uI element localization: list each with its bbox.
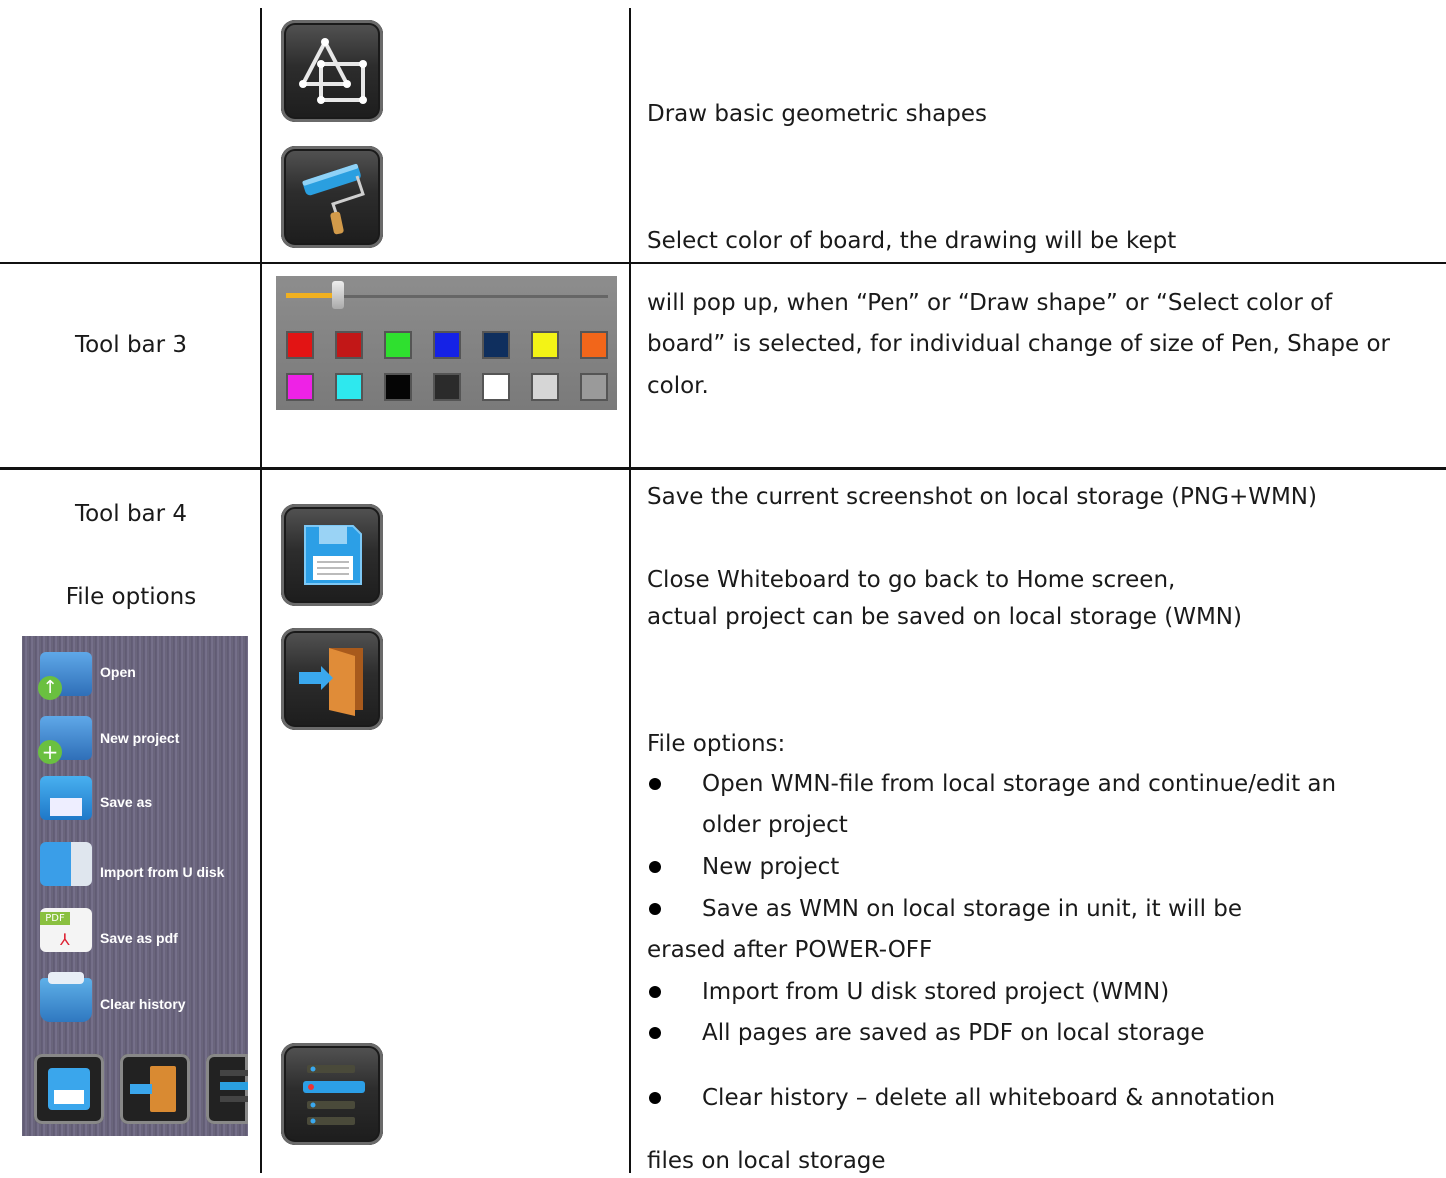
bullet-text-import: Import from U disk stored project (WMN) bbox=[702, 979, 1170, 1005]
mini-save-button[interactable] bbox=[34, 1054, 104, 1124]
color-swatch[interactable] bbox=[288, 375, 312, 399]
menu-save-as[interactable]: Save as bbox=[100, 794, 152, 810]
menu-list-icon[interactable] bbox=[281, 1043, 383, 1145]
pdf-badge: PDF bbox=[40, 912, 70, 925]
file-options-label: File options bbox=[65, 584, 197, 610]
exit-door-icon[interactable] bbox=[281, 628, 383, 730]
color-swatch[interactable] bbox=[484, 333, 508, 357]
menu-new-project[interactable]: New project bbox=[100, 730, 179, 746]
draw-shape-icon[interactable] bbox=[281, 20, 383, 122]
color-swatch[interactable] bbox=[484, 375, 508, 399]
save-pdf-icon[interactable]: PDF ⅄ bbox=[40, 908, 92, 952]
paint-roller-icon[interactable] bbox=[281, 146, 383, 248]
clear-history-icon[interactable] bbox=[40, 972, 92, 1022]
save-as-icon[interactable] bbox=[40, 776, 92, 820]
color-swatch[interactable] bbox=[386, 375, 410, 399]
toolbar3-desc-line-1: will pop up, when “Pen” or “Draw shape” … bbox=[647, 290, 1333, 316]
bullet-text-new: New project bbox=[702, 854, 840, 880]
bullet-1 bbox=[649, 778, 661, 790]
desc-board-color: Select color of board, the drawing will … bbox=[647, 228, 1177, 254]
bullet-6 bbox=[649, 1092, 661, 1104]
size-slider-thumb[interactable] bbox=[332, 281, 344, 309]
column-divider-right bbox=[629, 8, 631, 1173]
desc-save: Save the current screenshot on local sto… bbox=[647, 484, 1317, 510]
menu-open[interactable]: Open bbox=[100, 664, 136, 680]
color-palette-toolbar bbox=[276, 276, 617, 410]
bullet-text-save-as-cont: erased after POWER-OFF bbox=[647, 937, 933, 963]
desc-close-line-1: Close Whiteboard to go back to Home scre… bbox=[647, 567, 1176, 593]
bullet-text-save-as: Save as WMN on local storage in unit, it… bbox=[702, 896, 1243, 922]
color-swatch[interactable] bbox=[288, 333, 312, 357]
bullet-2 bbox=[649, 861, 661, 873]
color-swatch[interactable] bbox=[337, 333, 361, 357]
color-swatch[interactable] bbox=[533, 333, 557, 357]
mini-exit-button[interactable] bbox=[120, 1054, 190, 1124]
bullet-text-open: Open WMN-file from local storage and con… bbox=[702, 771, 1337, 797]
toolbar3-desc-line-2: board” is selected, for individual chang… bbox=[647, 331, 1390, 357]
color-swatch[interactable] bbox=[435, 333, 459, 357]
color-swatch[interactable] bbox=[337, 375, 361, 399]
open-folder-icon[interactable]: ↑ bbox=[38, 652, 92, 700]
bullet-text-pdf: All pages are saved as PDF on local stor… bbox=[702, 1020, 1205, 1046]
color-swatch[interactable] bbox=[533, 375, 557, 399]
row-divider-1 bbox=[0, 262, 1446, 264]
toolbar3-desc-line-3: color. bbox=[647, 373, 709, 399]
bullet-5 bbox=[649, 1027, 661, 1039]
bullet-3 bbox=[649, 903, 661, 915]
color-swatch[interactable] bbox=[582, 333, 606, 357]
bullet-4 bbox=[649, 986, 661, 998]
menu-import-u-disk[interactable]: Import from U disk bbox=[100, 864, 224, 880]
row-divider-2 bbox=[0, 467, 1446, 470]
bullet-text-clear: Clear history – delete all whiteboard & … bbox=[702, 1085, 1276, 1111]
color-swatch[interactable] bbox=[386, 333, 410, 357]
desc-draw-shapes: Draw basic geometric shapes bbox=[647, 101, 987, 127]
mini-menu-button[interactable] bbox=[206, 1054, 248, 1124]
import-usb-icon[interactable] bbox=[40, 842, 92, 886]
file-options-title: File options: bbox=[647, 731, 786, 757]
color-swatch[interactable] bbox=[435, 375, 459, 399]
toolbar3-label: Tool bar 3 bbox=[74, 332, 188, 358]
save-icon[interactable] bbox=[281, 504, 383, 606]
new-project-icon[interactable]: + bbox=[38, 716, 92, 764]
bullet-text-open-cont: older project bbox=[702, 812, 848, 838]
menu-clear-history[interactable]: Clear history bbox=[100, 996, 186, 1012]
toolbar4-label: Tool bar 4 bbox=[74, 501, 188, 527]
desc-close-line-2: actual project can be saved on local sto… bbox=[647, 604, 1242, 630]
color-swatch[interactable] bbox=[582, 375, 606, 399]
menu-save-pdf[interactable]: Save as pdf bbox=[100, 930, 178, 946]
file-options-menu-screenshot: ↑ Open + New project Save as Import from… bbox=[22, 636, 248, 1136]
